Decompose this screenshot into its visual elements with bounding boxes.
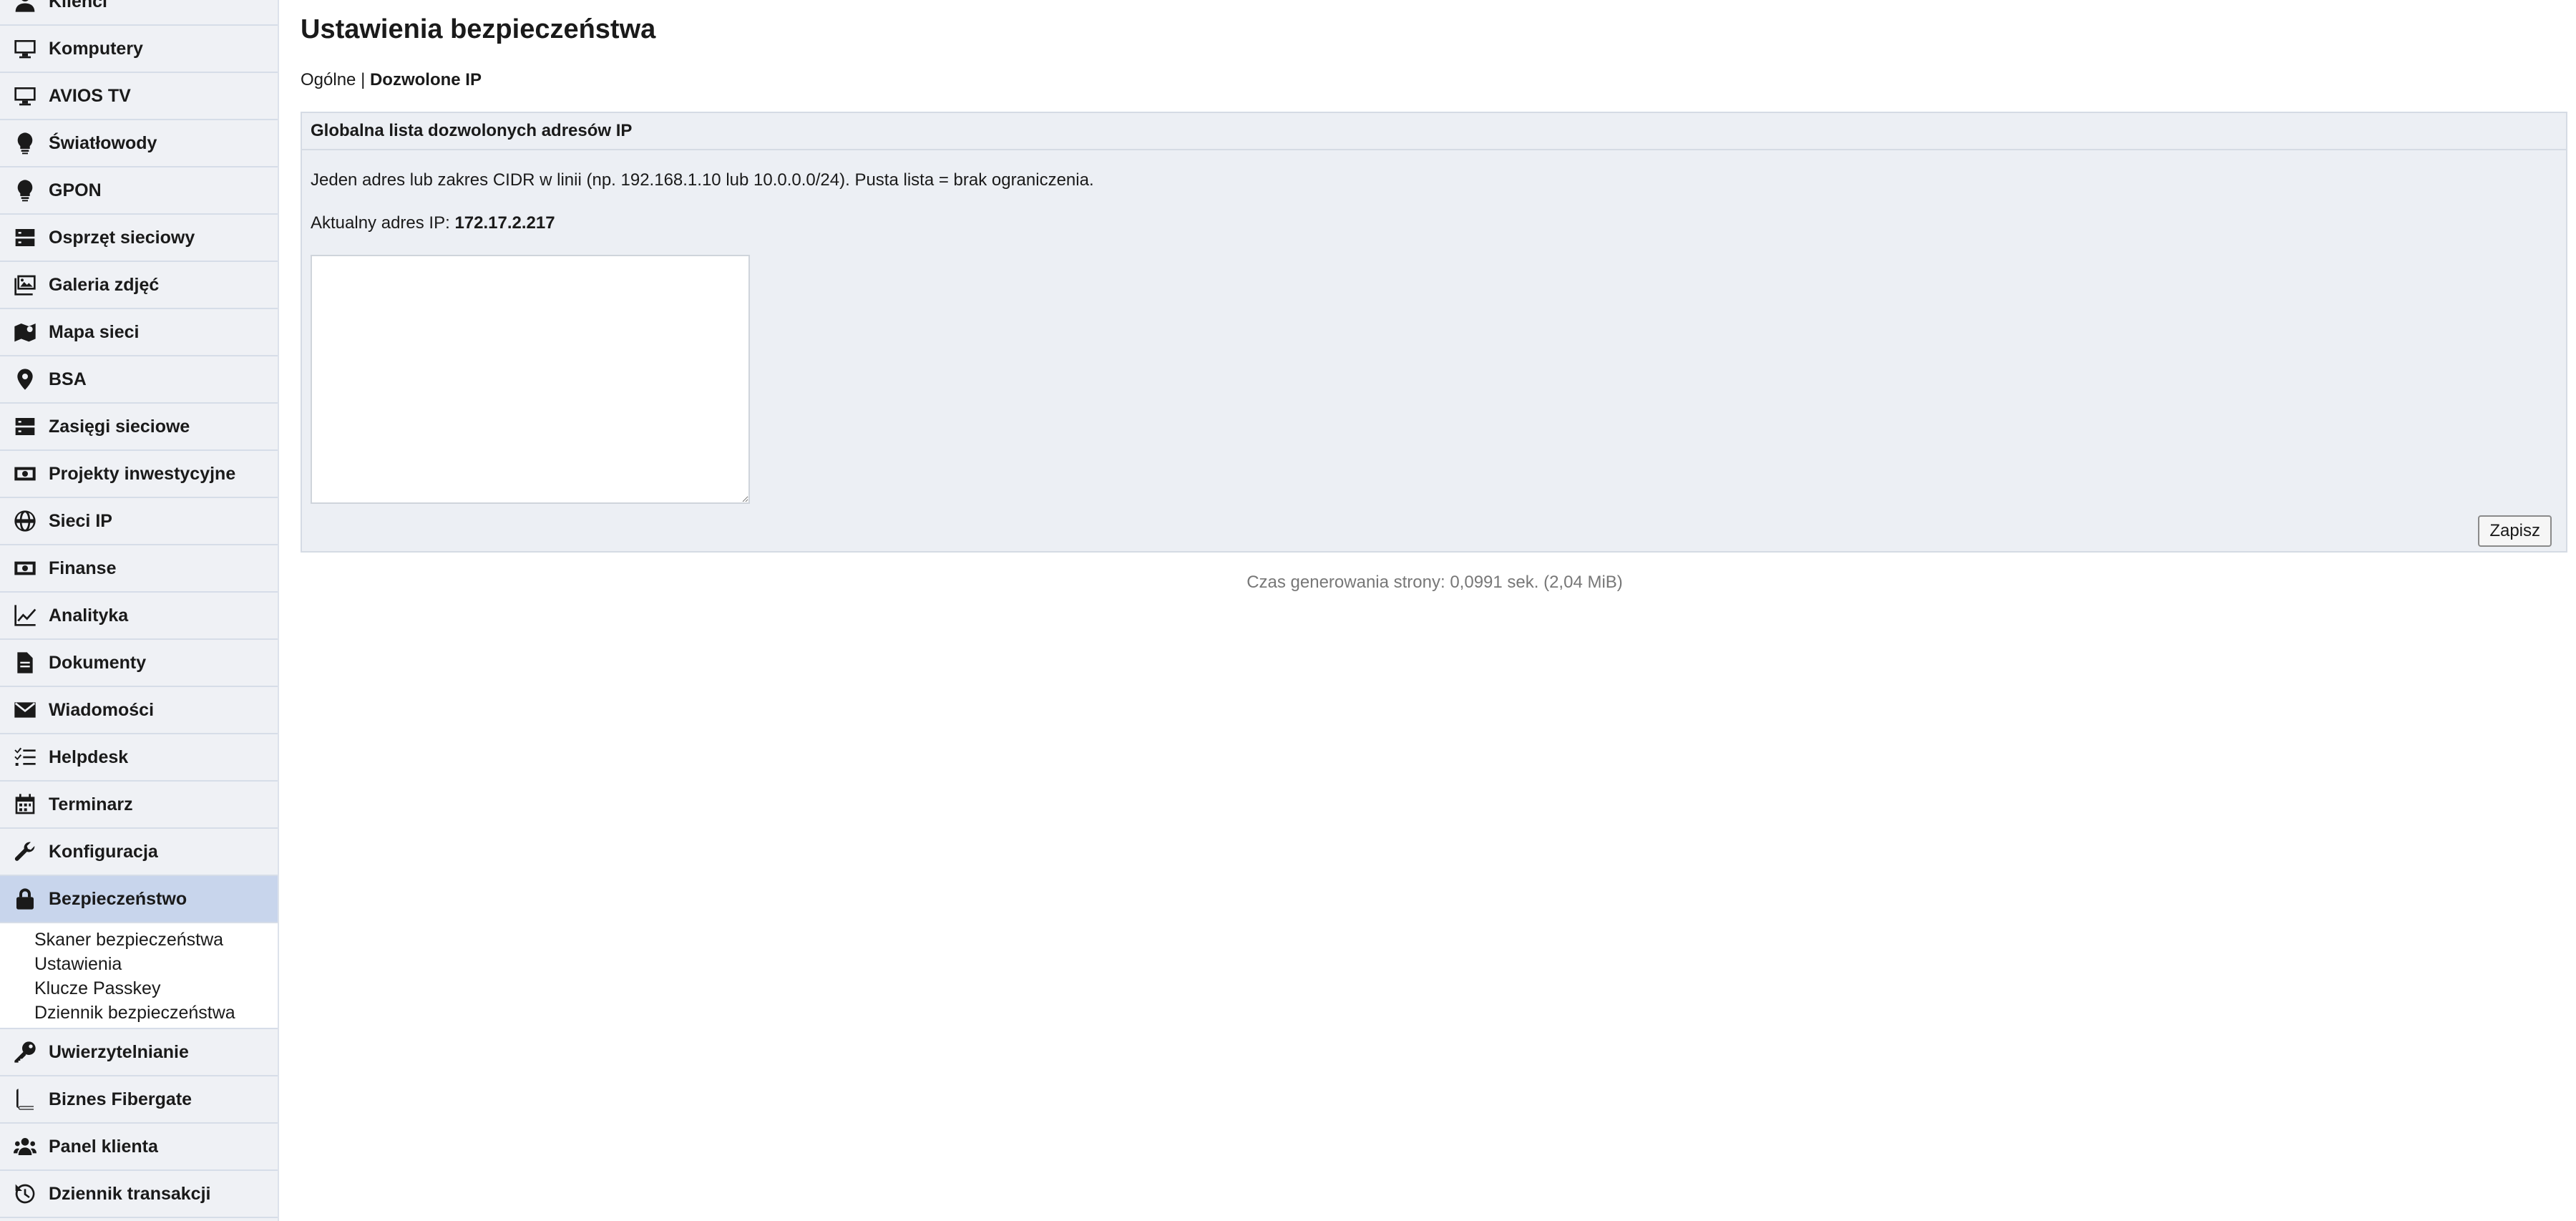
page-title: Ustawienia bezpieczeństwa [301,14,656,44]
panel-header: Globalna lista dozwolonych adresów IP [302,113,2566,150]
images-icon [13,273,37,297]
lock-icon [13,887,37,911]
sidebar-item-label: Projekty inwestycyjne [49,463,236,484]
sidebar-item-label: Terminarz [49,794,133,814]
calendar-icon [13,792,37,817]
sidebar-item-label: Osprzęt sieciowy [49,227,195,248]
sidebar-item-dziennik-transakcji[interactable]: Dziennik transakcji [0,1171,278,1218]
sidebar-item-bezpieczenstwo[interactable]: Bezpieczeństwo [0,876,278,923]
save-button[interactable]: Zapisz [2478,515,2552,547]
sidebar-item-klienci[interactable]: Klienci [0,0,278,26]
sidebar-menu: Klienci Komputery AVIOS TV Światłowody G… [0,0,278,1218]
book-icon [13,1087,37,1111]
submenu-item-security-scanner[interactable]: Skaner bezpieczeństwa [0,928,278,952]
submenu-item-security-log[interactable]: Dziennik bezpieczeństwa [0,1001,278,1025]
sidebar-item-bsa[interactable]: BSA [0,356,278,404]
sidebar-item-label: Galeria zdjęć [49,274,160,295]
settings-tabs: Ogólne | Dozwolone IP [301,70,482,90]
sidebar-item-zasiegi-sieciowe[interactable]: Zasięgi sieciowe [0,404,278,451]
sidebar-item-panel-klienta[interactable]: Panel klienta [0,1124,278,1171]
panel-description: Jeden adres lub zakres CIDR w linii (np.… [311,170,1094,190]
sidebar-item-label: Helpdesk [49,746,129,767]
server-icon [13,225,37,250]
allowed-ip-textarea[interactable] [311,255,750,504]
sidebar-item-label: Dokumenty [49,652,147,673]
money-icon [13,462,37,486]
sidebar-item-terminarz[interactable]: Terminarz [0,782,278,829]
sidebar-item-label: Klienci [49,0,107,11]
sidebar-item-uwierzytelnianie[interactable]: Uwierzytelnianie [0,1029,278,1076]
sidebar-item-label: Komputery [49,38,143,59]
lightbulb-icon [13,131,37,155]
sidebar-item-analityka[interactable]: Analityka [0,593,278,640]
lightbulb-icon [13,178,37,203]
sidebar-item-konfiguracja[interactable]: Konfiguracja [0,829,278,876]
sidebar-item-avios-tv[interactable]: AVIOS TV [0,73,278,120]
page-generation-time: Czas generowania strony: 0,0991 sek. (2,… [1246,573,1623,592]
sidebar-item-label: Analityka [49,605,129,626]
current-ip-value: 172.17.2.217 [454,213,555,233]
submenu-item-passkeys[interactable]: Klucze Passkey [0,976,278,1001]
tv-icon [13,84,37,108]
money-icon [13,556,37,580]
sidebar-item-helpdesk[interactable]: Helpdesk [0,734,278,782]
sidebar-item-galeria-zdjec[interactable]: Galeria zdjęć [0,262,278,309]
sidebar-item-label: Panel klienta [49,1136,158,1157]
sidebar-item-wiadomosci[interactable]: Wiadomości [0,687,278,734]
tab-separator: | [361,70,366,89]
sidebar-item-dokumenty[interactable]: Dokumenty [0,640,278,687]
sidebar-item-label: GPON [49,180,102,200]
sidebar-item-label: Światłowody [49,132,157,153]
chart-icon [13,603,37,628]
sidebar-item-label: Konfiguracja [49,841,158,862]
desktop-icon [13,37,37,61]
sidebar-item-label: Uwierzytelnianie [49,1041,189,1062]
tab-allowed-ip[interactable]: Dozwolone IP [370,70,482,89]
security-submenu: Skaner bezpieczeństwa Ustawienia Klucze … [0,923,278,1029]
sidebar-item-label: Biznes Fibergate [49,1089,192,1109]
sidebar-item-label: BSA [49,369,87,389]
envelope-icon [13,698,37,722]
sidebar-item-label: Finanse [49,558,117,578]
sidebar-item-label: Mapa sieci [49,321,140,342]
map-icon [13,320,37,344]
sidebar-item-label: Wiadomości [49,699,155,720]
sidebar-item-osprzet-sieciowy[interactable]: Osprzęt sieciowy [0,215,278,262]
sidebar-item-label: Zasięgi sieciowe [49,416,190,437]
tab-general[interactable]: Ogólne [301,70,356,89]
sidebar-item-label: AVIOS TV [49,85,131,106]
current-ip-label: Aktualny adres IP: [311,213,450,233]
key-icon [13,1040,37,1064]
sidebar-item-finanse[interactable]: Finanse [0,545,278,593]
sidebar-item-komputery[interactable]: Komputery [0,26,278,73]
history-icon [13,1182,37,1206]
map-pin-icon [13,367,37,391]
document-icon [13,651,37,675]
sidebar-item-projekty-inwestycyjne[interactable]: Projekty inwestycyjne [0,451,278,498]
sidebar: Klienci Komputery AVIOS TV Światłowody G… [0,0,279,1221]
sidebar-item-gpon[interactable]: GPON [0,167,278,215]
users-icon [13,1134,37,1159]
server-icon [13,414,37,439]
checklist-icon [13,745,37,769]
sidebar-item-mapa-sieci[interactable]: Mapa sieci [0,309,278,356]
sidebar-item-label: Sieci IP [49,510,112,531]
submenu-item-settings[interactable]: Ustawienia [0,952,278,976]
globe-icon [13,509,37,533]
sidebar-item-label: Dziennik transakcji [49,1183,211,1204]
sidebar-item-swiatlowody[interactable]: Światłowody [0,120,278,167]
current-ip: Aktualny adres IP: 172.17.2.217 [311,213,555,233]
wrench-icon [13,840,37,864]
user-icon [13,0,37,14]
allowed-ip-panel: Globalna lista dozwolonych adresów IP Je… [301,112,2567,553]
sidebar-item-label: Bezpieczeństwo [49,888,187,909]
sidebar-item-biznes-fibergate[interactable]: Biznes Fibergate [0,1076,278,1124]
sidebar-item-sieci-ip[interactable]: Sieci IP [0,498,278,545]
